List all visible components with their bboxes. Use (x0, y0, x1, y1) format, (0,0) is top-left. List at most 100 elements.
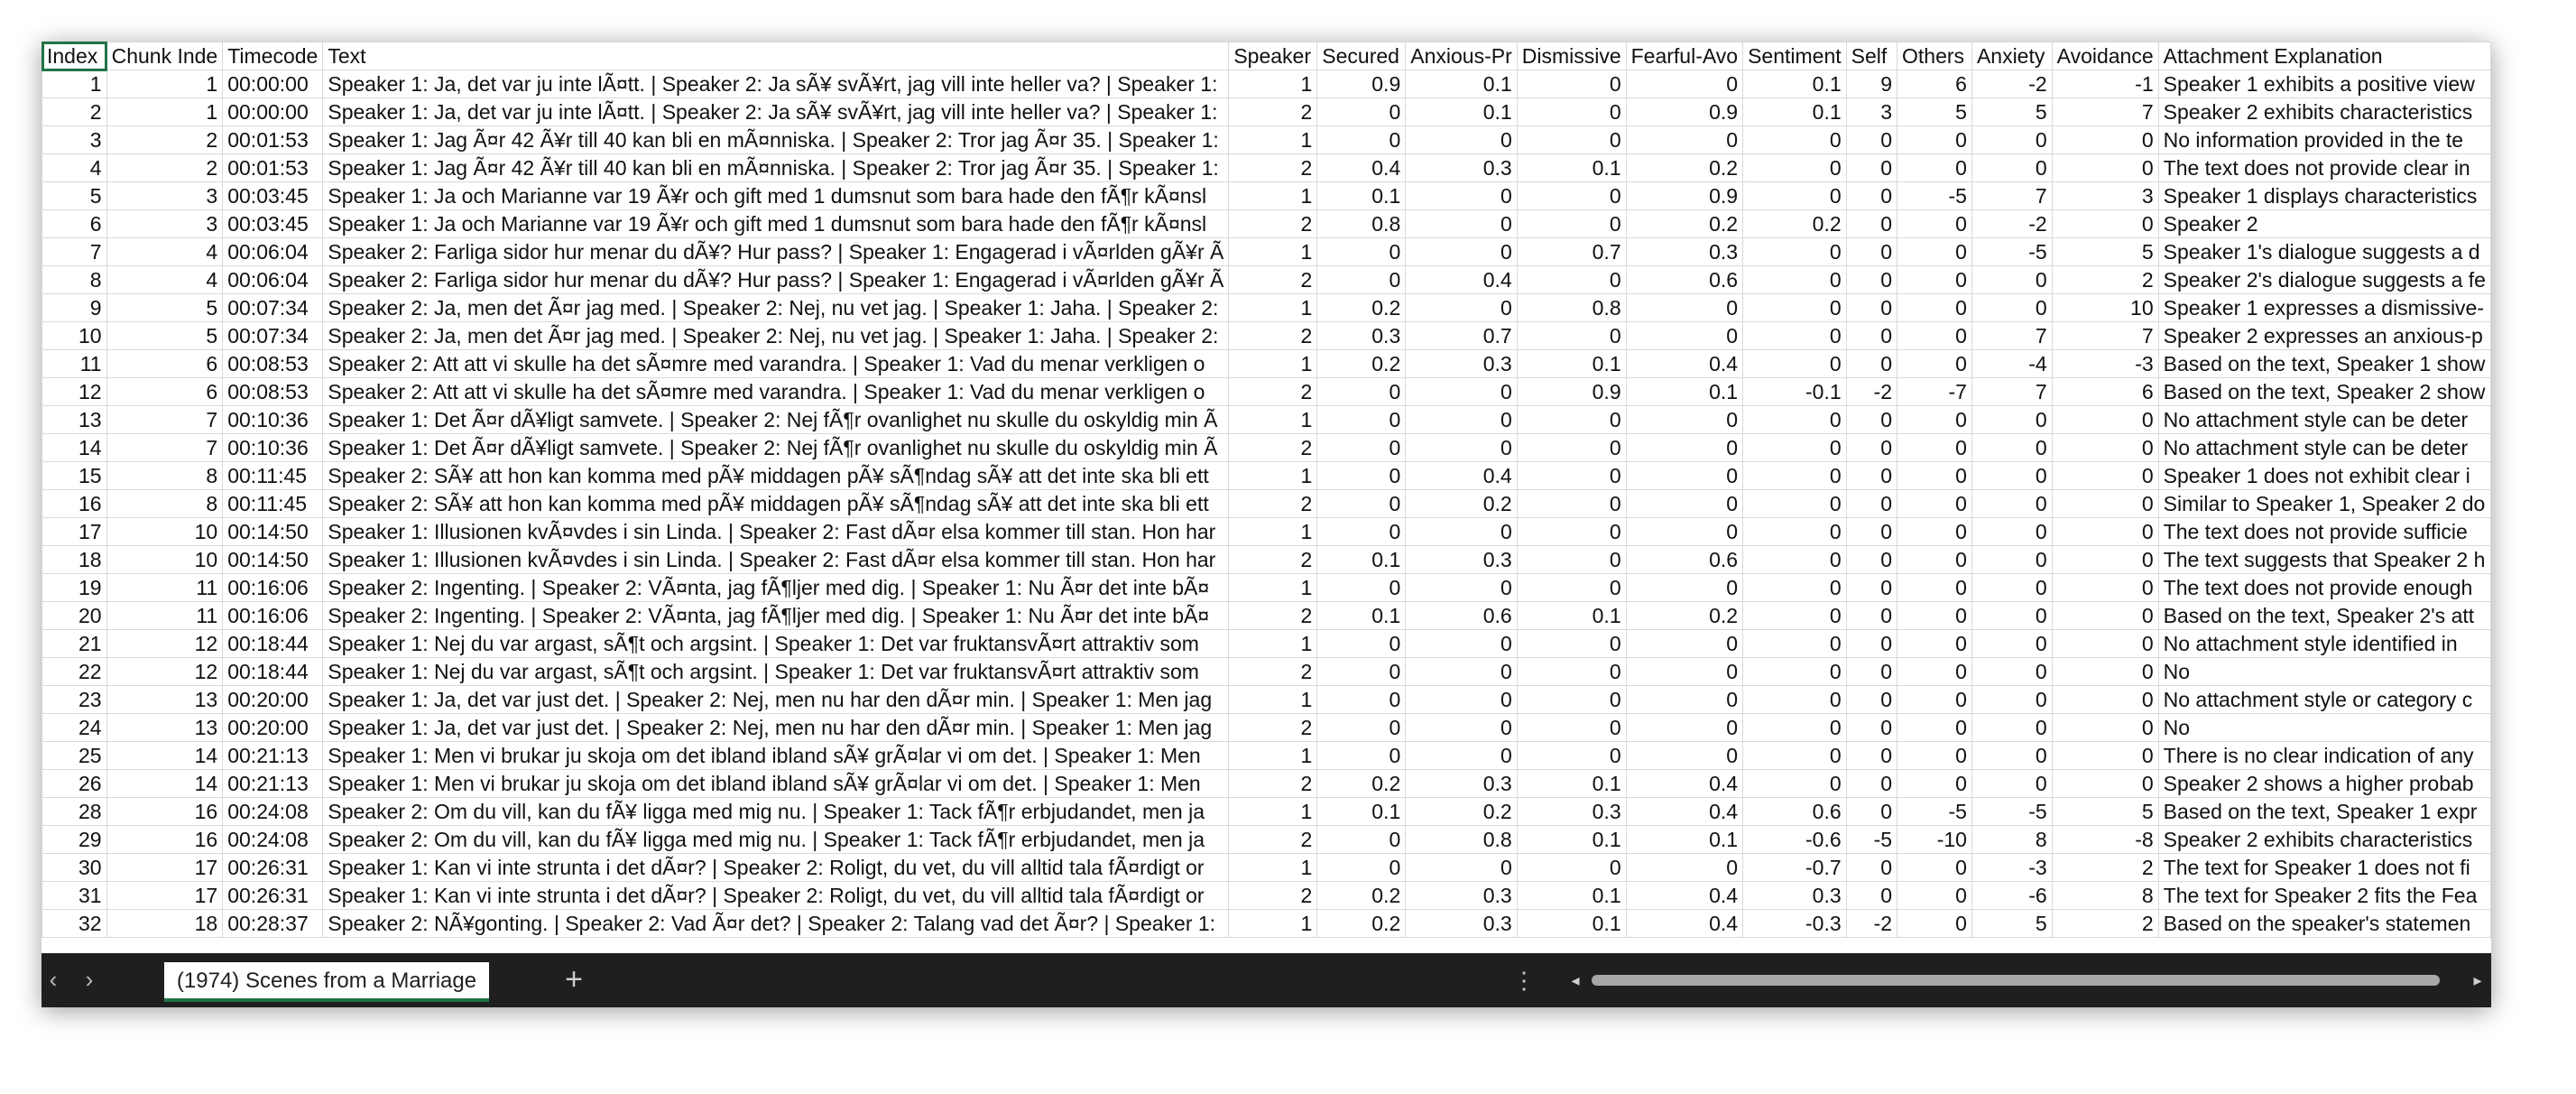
column-header[interactable]: Attachment Explanation (2157, 42, 2491, 70)
scroll-left-icon[interactable]: ◂ (1566, 969, 1584, 991)
table-cell[interactable]: 0 (1405, 685, 1518, 714)
table-cell[interactable]: 1 (1228, 181, 1318, 210)
table-cell[interactable]: 0.6 (1405, 601, 1518, 630)
table-cell[interactable]: 0.6 (1625, 265, 1744, 294)
table-cell[interactable]: 5 (1971, 909, 2053, 938)
table-cell[interactable]: 0 (1971, 573, 2053, 602)
table-cell[interactable]: -0.1 (1742, 377, 1847, 406)
table-cell[interactable]: 0 (1845, 853, 1898, 882)
table-cell[interactable]: 0.1 (1516, 909, 1627, 938)
table-cell[interactable]: 0 (1742, 461, 1847, 490)
table-cell[interactable]: 0.6 (1742, 797, 1847, 826)
table-cell[interactable]: -2 (1845, 909, 1898, 938)
table-cell[interactable]: 7 (1971, 377, 2053, 406)
table-cell[interactable]: 0 (1625, 433, 1744, 462)
table-cell[interactable]: -5 (1897, 181, 1972, 210)
table-cell[interactable]: 0 (1405, 237, 1518, 266)
table-cell[interactable]: 0 (1516, 70, 1627, 98)
table-cell[interactable]: 0 (1516, 125, 1627, 154)
table-cell[interactable]: 0 (1845, 237, 1898, 266)
table-cell[interactable]: 0 (1971, 125, 2053, 154)
table-cell[interactable]: 10 (106, 545, 224, 574)
table-cell[interactable]: 0 (1742, 601, 1847, 630)
table-cell[interactable]: 1 (106, 70, 224, 98)
table-cell[interactable]: 0 (1516, 685, 1627, 714)
table-cell[interactable]: 21 (42, 629, 107, 658)
table-cell[interactable]: 0 (1897, 433, 1972, 462)
table-cell[interactable]: Speaker 1: Kan vi inte strunta i det dÃ¤… (322, 853, 1230, 882)
table-cell[interactable]: 2 (1228, 657, 1318, 686)
table-cell[interactable]: 2 (2051, 853, 2159, 882)
table-cell[interactable]: 0 (1516, 181, 1627, 210)
table-cell[interactable]: 0 (1971, 629, 2053, 658)
table-cell[interactable]: 0.2 (1742, 209, 1847, 238)
table-cell[interactable]: 0.3 (1405, 881, 1518, 910)
table-cell[interactable]: -3 (1971, 853, 2053, 882)
table-cell[interactable]: 0 (1845, 489, 1898, 518)
table-cell[interactable]: 0 (1405, 657, 1518, 686)
table-cell[interactable]: 2 (1228, 321, 1318, 350)
table-cell[interactable]: 0 (1316, 573, 1407, 602)
table-cell[interactable]: 30 (42, 853, 107, 882)
table-cell[interactable]: 16 (106, 797, 224, 826)
table-cell[interactable]: 5 (42, 181, 107, 210)
table-cell[interactable]: 1 (1228, 909, 1318, 938)
table-cell[interactable]: 0 (1845, 517, 1898, 546)
table-cell[interactable]: 2 (1228, 209, 1318, 238)
table-cell[interactable]: -2 (1971, 70, 2053, 98)
column-header[interactable]: Text (322, 42, 1230, 70)
table-cell[interactable]: 0.7 (1405, 321, 1518, 350)
table-cell[interactable]: 0.2 (1316, 909, 1407, 938)
scroll-right-icon[interactable]: ▸ (2469, 969, 2487, 991)
table-cell[interactable]: 0 (1845, 293, 1898, 322)
table-cell[interactable]: -6 (1971, 881, 2053, 910)
table-cell[interactable]: 3 (106, 209, 224, 238)
table-cell[interactable]: 0 (1625, 70, 1744, 98)
table-cell[interactable]: 2 (1228, 433, 1318, 462)
table-cell[interactable]: 1 (1228, 853, 1318, 882)
table-cell[interactable]: 6 (106, 377, 224, 406)
table-cell[interactable]: 3 (42, 125, 107, 154)
table-cell[interactable]: Speaker 1: Ja, det var just det. | Speak… (322, 713, 1230, 742)
table-cell[interactable]: 00:10:36 (222, 433, 324, 462)
table-cell[interactable]: 0 (1845, 405, 1898, 434)
table-cell[interactable]: 0 (1971, 265, 2053, 294)
table-cell[interactable]: 0.3 (1405, 909, 1518, 938)
table-cell[interactable]: 4 (42, 153, 107, 182)
table-cell[interactable]: 1 (1228, 293, 1318, 322)
table-cell[interactable]: 00:00:00 (222, 70, 324, 98)
table-cell[interactable]: 28 (42, 797, 107, 826)
table-cell[interactable]: 0 (1516, 97, 1627, 126)
table-cell[interactable]: 0 (1742, 349, 1847, 378)
table-cell[interactable]: 0.4 (1625, 349, 1744, 378)
table-cell[interactable]: 00:20:00 (222, 685, 324, 714)
table-cell[interactable]: 0 (1405, 377, 1518, 406)
table-cell[interactable]: 0 (1742, 489, 1847, 518)
table-cell[interactable]: 00:26:31 (222, 853, 324, 882)
table-cell[interactable]: 0 (1405, 713, 1518, 742)
table-cell[interactable]: 0 (2051, 125, 2159, 154)
table-cell[interactable]: 11 (106, 573, 224, 602)
table-cell[interactable]: The text for Speaker 2 fits the Fea (2157, 881, 2491, 910)
table-cell[interactable]: 0 (1897, 461, 1972, 490)
table-cell[interactable]: 0.4 (1405, 461, 1518, 490)
table-cell[interactable]: 0 (1897, 573, 1972, 602)
table-cell[interactable]: 00:24:08 (222, 825, 324, 854)
table-cell[interactable]: 0.7 (1516, 237, 1627, 266)
table-cell[interactable]: 0 (1742, 685, 1847, 714)
table-cell[interactable]: No attachment style or category c (2157, 685, 2491, 714)
table-cell[interactable]: 0.1 (1316, 601, 1407, 630)
table-cell[interactable]: 1 (1228, 237, 1318, 266)
table-cell[interactable]: 5 (106, 293, 224, 322)
table-cell[interactable]: 17 (42, 517, 107, 546)
table-cell[interactable]: 0 (1516, 321, 1627, 350)
table-cell[interactable]: 0 (1897, 321, 1972, 350)
table-cell[interactable]: 0 (1742, 713, 1847, 742)
table-cell[interactable]: 0.1 (1516, 153, 1627, 182)
table-cell[interactable]: 2 (1228, 265, 1318, 294)
table-cell[interactable]: 5 (1971, 97, 2053, 126)
table-cell[interactable]: 0 (1516, 209, 1627, 238)
table-cell[interactable]: 0 (1971, 433, 2053, 462)
table-cell[interactable]: 0 (1625, 657, 1744, 686)
table-cell[interactable]: 0 (1516, 517, 1627, 546)
